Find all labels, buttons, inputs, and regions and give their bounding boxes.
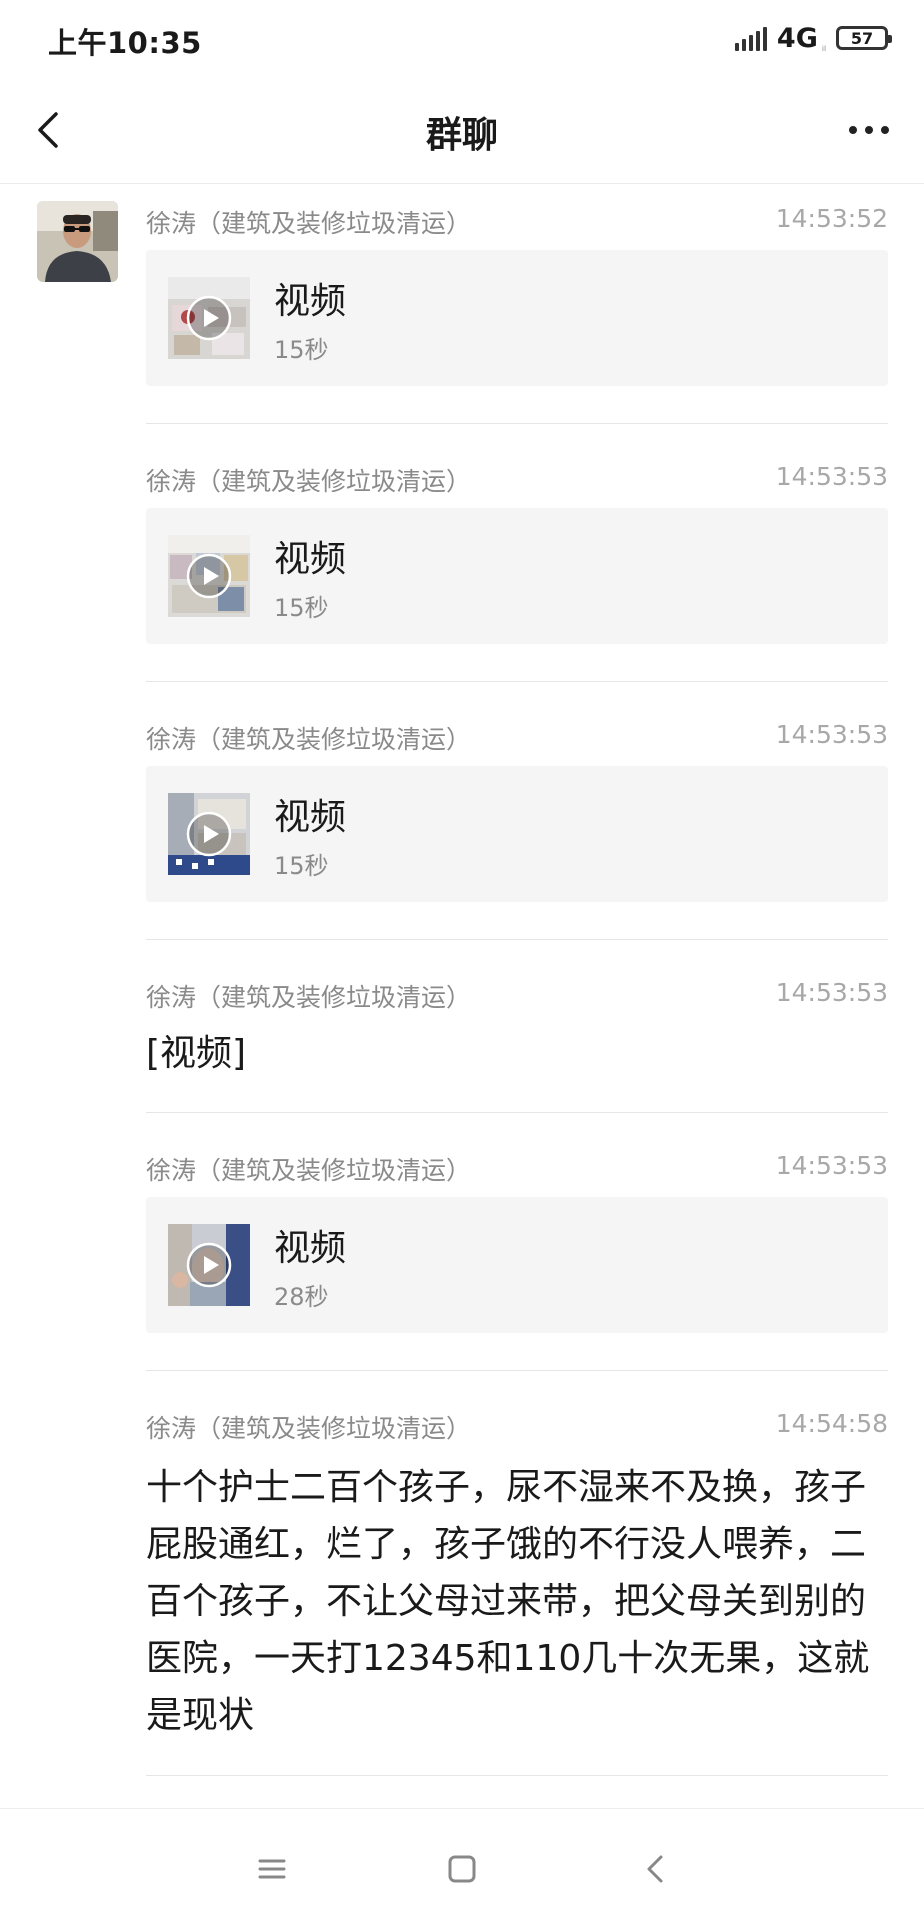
- video-label: 视频: [274, 539, 347, 580]
- message-divider: [146, 939, 888, 940]
- more-options-button[interactable]: [836, 102, 902, 158]
- message-text: [视频]: [146, 1033, 247, 1074]
- message-divider: [146, 1112, 888, 1113]
- battery-icon: 57: [836, 26, 892, 50]
- signal-strength-icon: [734, 25, 767, 51]
- video-label: 视频: [274, 1228, 347, 1269]
- video-message-card[interactable]: 视频 15秒: [146, 250, 888, 386]
- message-sender: 徐涛（建筑及装修垃圾清运）: [146, 983, 472, 1012]
- message-item: 徐涛（建筑及装修垃圾清运） 14:53:52 视频 15秒: [146, 204, 888, 387]
- message-sender: 徐涛（建筑及装修垃圾清运）: [146, 725, 472, 754]
- square-home-icon: [448, 1855, 476, 1883]
- title-bar: 群聊: [0, 76, 924, 184]
- play-circle-icon: [186, 295, 232, 341]
- play-circle-icon: [186, 1242, 232, 1288]
- network-activity: ᵢₗ: [821, 40, 826, 54]
- message-item: 徐涛（建筑及装修垃圾清运） 14:53:53 视频 15秒: [146, 462, 888, 645]
- message-time: 14:54:58: [775, 1409, 888, 1438]
- message-item: 徐涛（建筑及装修垃圾清运） 14:53:53 视频 15秒: [146, 720, 888, 903]
- video-label: 视频: [274, 797, 347, 838]
- message-time: 14:53:53: [775, 978, 888, 1007]
- message-item: 徐涛（建筑及装修垃圾清运） 14:53:53 [视频]: [146, 978, 888, 1088]
- system-nav-bar: [0, 1808, 924, 1921]
- message-sender: 徐涛（建筑及装修垃圾清运）: [146, 467, 472, 496]
- video-duration: 28秒: [274, 1283, 329, 1311]
- home-button[interactable]: [440, 1847, 484, 1891]
- message-time: 14:53:53: [775, 720, 888, 749]
- video-duration: 15秒: [274, 594, 329, 622]
- message-time: 14:53:53: [775, 1151, 888, 1180]
- page-title: 群聊: [425, 115, 498, 156]
- recent-apps-button[interactable]: [250, 1847, 294, 1891]
- video-message-card[interactable]: 视频 28秒: [146, 1197, 888, 1333]
- video-thumbnail: [168, 793, 250, 875]
- message-divider: [146, 423, 888, 424]
- status-bar: 上午10:35 4G ᵢₗ 57: [0, 0, 924, 76]
- message-time: 14:53:53: [775, 462, 888, 491]
- menu-icon: [258, 1859, 286, 1879]
- video-duration: 15秒: [274, 336, 329, 364]
- message-sender: 徐涛（建筑及装修垃圾清运）: [146, 1414, 472, 1443]
- network-type: 4G: [776, 22, 818, 54]
- chevron-left-icon: [647, 1855, 663, 1883]
- video-thumbnail: [168, 1224, 250, 1306]
- message-item: 徐涛（建筑及装修垃圾清运） 14:53:53 视频 28秒: [146, 1151, 888, 1334]
- status-time: 上午10:35: [48, 26, 202, 60]
- video-thumbnail: [168, 535, 250, 617]
- message-item: 徐涛（建筑及装修垃圾清运） 14:54:58 十个护士二百个孩子，尿不湿来不及换…: [146, 1409, 888, 1739]
- video-thumbnail: [168, 277, 250, 359]
- play-circle-icon: [186, 553, 232, 599]
- status-indicators: 4G ᵢₗ 57: [734, 22, 892, 54]
- play-circle-icon: [186, 811, 232, 857]
- message-divider: [146, 681, 888, 682]
- video-message-card[interactable]: 视频 15秒: [146, 508, 888, 644]
- message-sender: 徐涛（建筑及装修垃圾清运）: [146, 1156, 472, 1185]
- video-label: 视频: [274, 281, 347, 322]
- message-divider: [146, 1370, 888, 1371]
- nav-back-button[interactable]: [634, 1847, 678, 1891]
- message-text: 十个护士二百个孩子，尿不湿来不及换，孩子屁股通红，烂了，孩子饿的不行没人喂养，二…: [146, 1467, 870, 1736]
- video-message-card[interactable]: 视频 15秒: [146, 766, 888, 902]
- message-divider: [146, 1775, 888, 1776]
- message-time: 14:53:52: [775, 204, 888, 233]
- message-sender: 徐涛（建筑及装修垃圾清运）: [146, 209, 472, 238]
- battery-level: 57: [850, 28, 874, 48]
- more-horizontal-icon: [849, 126, 857, 134]
- video-duration: 15秒: [274, 852, 329, 880]
- sender-avatar[interactable]: [37, 201, 118, 282]
